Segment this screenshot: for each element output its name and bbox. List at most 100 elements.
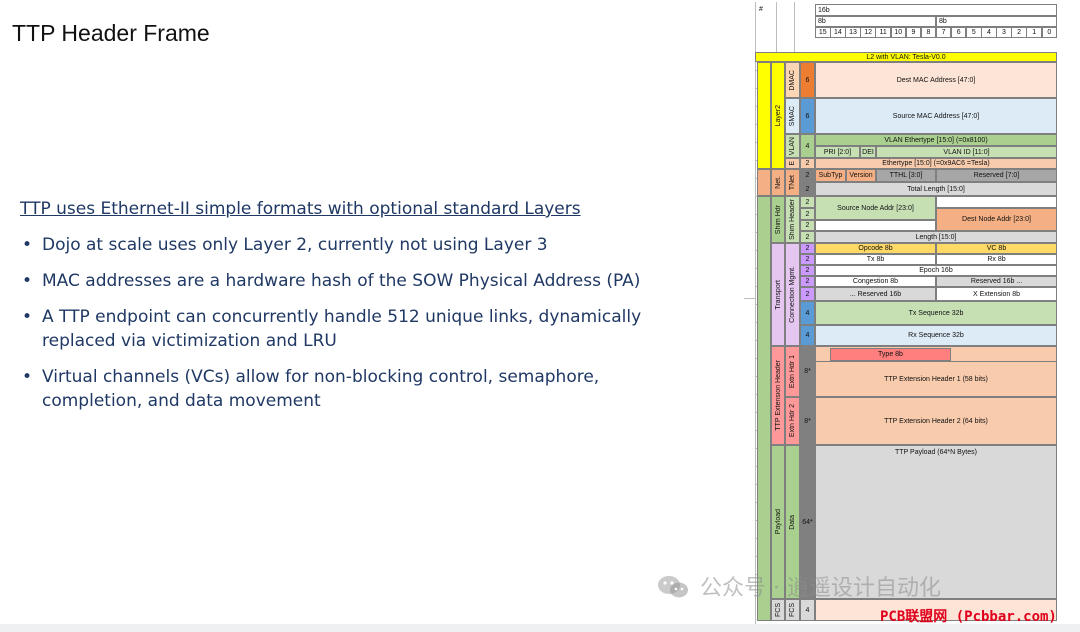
bit-number: 11 (875, 27, 891, 38)
field-ethertype: Ethertype [15:0] (=0x9AC6 =Tesla) (815, 158, 1057, 169)
byte-count: 6 (800, 98, 815, 134)
sub-smac: SMAC (785, 98, 800, 134)
byte-count: 4 (800, 301, 815, 325)
byte-count: 2 (800, 243, 815, 254)
axis-tick-line (744, 298, 756, 299)
byte-count: 2 (800, 231, 815, 243)
field-tx-8b: Tx 8b (815, 254, 936, 265)
bit-number: 12 (860, 27, 876, 38)
byte-count: 6 (800, 62, 815, 98)
field-pri: PRI [2:0] (815, 146, 860, 158)
bit-number: 8 (920, 27, 937, 38)
group-net: Net. (771, 169, 785, 196)
field-dest-mac: Dest MAC Address [47:0] (815, 62, 1057, 98)
sub-smac-label: SMAC (789, 105, 796, 127)
sub-connection-mgmt-label: Connection Mgmt. (789, 266, 796, 323)
group-ttp-extension-header: TTP Extension Header (771, 346, 785, 445)
l2-title-bar: L2 with VLAN: Tesla-V0.0 (755, 52, 1057, 62)
field-ext-header-1: TTP Extension Header 1 (58 bits) (815, 361, 1057, 397)
field-vlan-ethertype: VLAN Ethertype [15:0] (=0x8100) (815, 134, 1057, 146)
bit-number: 15 (815, 27, 831, 38)
field-shim-blank (815, 220, 936, 231)
brand-link[interactable]: PCB联盟网 (Pcbbar.com) (880, 606, 1057, 626)
byte-count: 2 (800, 169, 815, 182)
field-subtype: SubTyp (815, 169, 846, 182)
field-reserved-16b-cont: ... Reserved 16b (815, 287, 936, 301)
field-tthl: TTHL [3:0] (876, 169, 936, 182)
sub-extn-hdr-1: Extn Hdr 1 (785, 346, 800, 397)
byte-count: 2 (800, 208, 815, 220)
field-reserved-7: Reserved [7:0] (936, 169, 1057, 182)
sub-e: E (785, 158, 800, 169)
byte-count: 2 (800, 182, 815, 196)
field-dei: DEI (860, 146, 876, 158)
watermark-text: 公众号 · 逍遥设计自动化 (700, 576, 941, 601)
byte-count: 4 (800, 134, 815, 158)
field-opcode: Opcode 8b (815, 243, 936, 254)
field-version: Version (846, 169, 876, 182)
wechat-icon (658, 576, 688, 598)
green-side-bar (757, 196, 771, 621)
sub-tnet-label: TNet (789, 174, 796, 191)
field-dest-node-addr: Dest Node Addr [23:0] (936, 208, 1057, 231)
bit-number: 7 (935, 27, 952, 38)
spreadsheet-column-line (755, 2, 756, 624)
group-payload-label: Payload (774, 509, 782, 535)
sub-extn-hdr-1-label: Extn Hdr 1 (789, 354, 796, 389)
bit-number: 4 (981, 27, 997, 38)
group-net-label: Net. (774, 176, 782, 189)
byte-count: 2 (800, 254, 815, 265)
field-length: Length [15:0] (815, 231, 1057, 243)
sub-connection-mgmt: Connection Mgmt. (785, 243, 800, 346)
field-tx-sequence: Tx Sequence 32b (815, 301, 1057, 325)
bit-number: 13 (845, 27, 861, 38)
field-source-node-addr: Source Node Addr [23:0] (815, 196, 936, 220)
sub-extn-hdr-2-label: Extn Hdr 2 (789, 404, 796, 438)
sub-fcs: FCS (785, 599, 800, 621)
field-type-8b: Type 8b (830, 348, 951, 361)
sub-e-label: E (789, 161, 796, 166)
width-8b-label: 8b (815, 16, 936, 27)
byte-count: 4 (800, 325, 815, 346)
byte-count: 8* (800, 346, 815, 397)
field-reserved-16b: Reserved 16b ... (936, 276, 1057, 287)
field-congestion: Congestion 8b (815, 276, 936, 287)
group-shim-hdr-label: Shim Hdr (774, 204, 782, 235)
byte-count: 2 (800, 196, 815, 208)
layer2-side-bar (757, 62, 771, 169)
field-rx-sequence: Rx Sequence 32b (815, 325, 1057, 346)
width-16b-label: 16b (815, 4, 1057, 16)
field-shim-blank (936, 196, 1057, 208)
field-epoch: Epoch 16b (815, 265, 1057, 276)
byte-count: 2 (800, 265, 815, 276)
field-ext-header-2: TTP Extension Header 2 (64 bits) (815, 397, 1057, 445)
bit-number: 14 (830, 27, 846, 38)
group-shim-hdr: Shim Hdr (771, 196, 785, 243)
byte-count: 2 (800, 220, 815, 231)
byte-count: 2 (800, 276, 815, 287)
sub-extn-hdr-2: Extn Hdr 2 (785, 397, 800, 445)
field-vc: VC 8b (936, 243, 1057, 254)
sub-dmac: DMAC (785, 62, 800, 98)
field-rx-8b: Rx 8b (936, 254, 1057, 265)
byte-count: 8* (800, 397, 815, 445)
sub-vlan-label: VLAN (789, 136, 796, 156)
sub-tnet: TNet (785, 169, 800, 196)
bit-number: 6 (950, 27, 967, 38)
bit-number: 0 (1041, 27, 1058, 38)
sub-shim-header: Shim Header (785, 196, 800, 243)
bit-number: 10 (890, 27, 907, 38)
group-transport-label: Transport (774, 279, 782, 310)
byte-count: 4 (800, 599, 815, 621)
ttp-header-frame-diagram: #16b 8b 8b 15 14 13 12 11 10 9 8 7 6 5 4 3 2 1 0 L2 with VL… (0, 0, 1080, 632)
sub-data-label: Data (789, 514, 796, 530)
width-8b-label: 8b (936, 16, 1057, 27)
group-layer2-label: Layer2 (774, 104, 782, 127)
field-total-length: Total Length [15:0] (815, 182, 1057, 196)
byte-count: 2 (800, 287, 815, 301)
group-fcs-label: FCS (774, 603, 782, 617)
group-layer2: Layer2 (771, 62, 785, 169)
bit-number: 9 (905, 27, 922, 38)
hash-cell: # (759, 5, 763, 13)
bit-number: 1 (1026, 27, 1042, 38)
